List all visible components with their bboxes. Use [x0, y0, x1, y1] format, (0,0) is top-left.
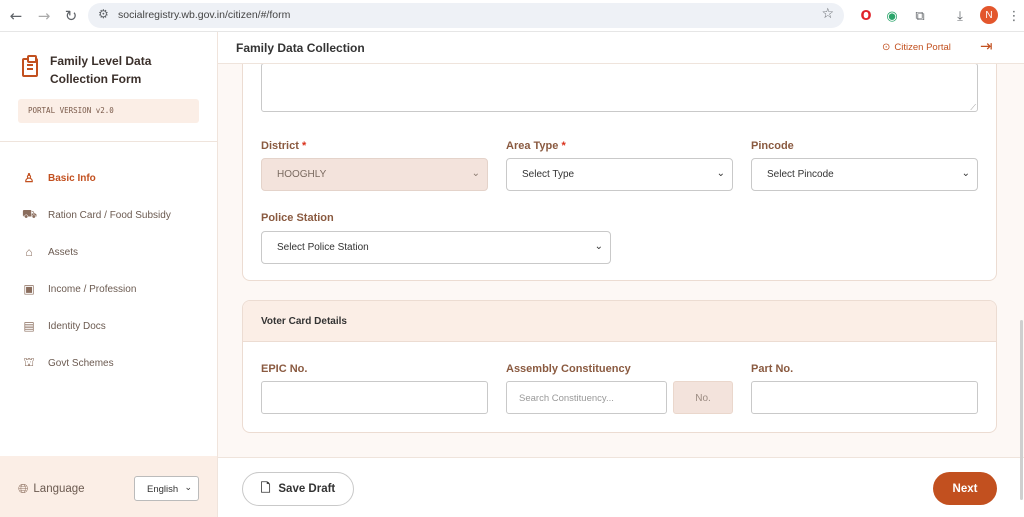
- epic-input[interactable]: [261, 381, 488, 414]
- sidebar-item-identity-docs[interactable]: ▤ Identity Docs: [22, 317, 106, 335]
- id-card-icon: ▤: [23, 319, 35, 333]
- police-station-label: Police Station: [261, 212, 334, 224]
- site-settings-icon[interactable]: ⚙: [98, 7, 109, 21]
- save-draft-button[interactable]: 🗋 Save Draft: [242, 472, 354, 506]
- district-label: District *: [261, 140, 307, 152]
- sidebar-item-label: Income / Profession: [48, 283, 137, 295]
- constituency-search-input[interactable]: Search Constituency...: [506, 381, 667, 414]
- chevron-down-icon: ⌄: [594, 241, 603, 252]
- language-label: 🌐︎ Language: [18, 481, 85, 497]
- divider: [0, 141, 217, 142]
- form-title: Family Level Data Collection Form: [50, 54, 152, 86]
- opera-extension-icon[interactable]: O: [858, 8, 874, 24]
- browser-menu-icon[interactable]: ⋮: [1006, 8, 1022, 24]
- part-no-label: Part No.: [751, 363, 794, 375]
- citizen-portal-link[interactable]: ⊙ Citizen Portal: [882, 42, 951, 53]
- chevron-down-icon: ⌄: [184, 482, 192, 492]
- voter-card-section: Voter Card Details EPIC No. Assembly Con…: [242, 300, 997, 433]
- cart-icon: ⛟: [22, 207, 38, 221]
- sidebar-item-label: Basic Info: [48, 172, 96, 184]
- document-icon: 🗋: [260, 480, 271, 495]
- bank-icon: ⛫: [23, 355, 35, 369]
- sidebar-item-ration-card[interactable]: ⛟ Ration Card / Food Subsidy: [22, 206, 171, 224]
- sidebar-item-label: Govt Schemes: [48, 357, 114, 369]
- sidebar: Family Level Data Collection Form PORTAL…: [0, 32, 218, 517]
- back-icon[interactable]: ←: [6, 6, 26, 26]
- language-select[interactable]: English ⌄: [134, 476, 199, 501]
- globe-icon: 🌐︎: [18, 481, 29, 496]
- address-textarea[interactable]: [261, 64, 978, 113]
- chevron-down-icon: ⌄: [471, 168, 480, 179]
- sidebar-item-basic-info[interactable]: ♙ Basic Info: [22, 169, 96, 187]
- sidebar-item-govt-schemes[interactable]: ⛫ Govt Schemes: [22, 354, 114, 372]
- constituency-number-field: No.: [673, 381, 733, 414]
- money-icon: ▣: [23, 282, 35, 296]
- assembly-label: Assembly Constituency: [506, 363, 631, 375]
- pincode-value: Select Pincode: [767, 169, 834, 180]
- area-type-label: Area Type *: [506, 140, 566, 152]
- address-card: District * HOOGHLY ⌄ Area Type * Select …: [242, 64, 997, 281]
- chevron-down-icon: ⌄: [716, 168, 725, 179]
- area-type-value: Select Type: [522, 169, 575, 180]
- logout-icon[interactable]: ⇥: [980, 37, 993, 55]
- url-text[interactable]: socialregistry.wb.gov.in/citizen/#/form: [118, 9, 290, 21]
- browser-toolbar: ← → ↻ ⚙ socialregistry.wb.gov.in/citizen…: [0, 0, 1024, 32]
- chevron-down-icon: ⌄: [961, 168, 970, 179]
- language-value: English: [147, 484, 179, 495]
- extension-icon[interactable]: ◉: [884, 8, 900, 24]
- page-title: Family Data Collection: [236, 41, 365, 55]
- download-icon[interactable]: ⤓: [952, 8, 968, 24]
- pincode-label: Pincode: [751, 140, 794, 152]
- part-no-input[interactable]: [751, 381, 978, 414]
- person-icon: ♙: [23, 171, 35, 185]
- district-value: HOOGHLY: [277, 169, 327, 180]
- address-bar[interactable]: ⚙ socialregistry.wb.gov.in/citizen/#/for…: [88, 3, 844, 28]
- pincode-select[interactable]: Select Pincode ⌄: [751, 158, 978, 191]
- page-header: Family Data Collection ⊙ Citizen Portal …: [218, 32, 1024, 64]
- scrollbar[interactable]: [1020, 320, 1023, 500]
- citizen-portal-label: Citizen Portal: [894, 42, 951, 53]
- sidebar-item-income[interactable]: ▣ Income / Profession: [22, 280, 136, 298]
- sidebar-item-label: Assets: [48, 246, 79, 258]
- form-content: District * HOOGHLY ⌄ Area Type * Select …: [218, 64, 1024, 457]
- save-draft-label: Save Draft: [278, 483, 336, 495]
- language-panel: 🌐︎ Language English ⌄: [0, 456, 217, 517]
- sidebar-item-label: Ration Card / Food Subsidy: [48, 209, 171, 221]
- puzzle-extensions-icon[interactable]: ⧉: [912, 8, 928, 24]
- bookmark-star-icon[interactable]: ☆: [821, 6, 834, 22]
- forward-icon[interactable]: →: [34, 6, 54, 26]
- sidebar-item-label: Identity Docs: [48, 320, 106, 332]
- profile-avatar[interactable]: N: [980, 6, 998, 24]
- district-select[interactable]: HOOGHLY ⌄: [261, 158, 488, 191]
- section-header: Voter Card Details: [243, 301, 996, 342]
- version-badge: PORTAL VERSION v2.0: [18, 99, 199, 123]
- sidebar-item-assets[interactable]: ⌂ Assets: [22, 243, 78, 261]
- reload-icon[interactable]: ↻: [61, 6, 81, 26]
- police-station-select[interactable]: Select Police Station ⌄: [261, 231, 611, 264]
- area-type-select[interactable]: Select Type ⌄: [506, 158, 733, 191]
- next-button[interactable]: Next: [933, 472, 997, 505]
- user-circle-icon: ⊙: [882, 42, 891, 53]
- epic-label: EPIC No.: [261, 363, 308, 375]
- clipboard-icon: [22, 55, 38, 77]
- police-station-value: Select Police Station: [277, 242, 369, 253]
- language-text: Language: [33, 483, 85, 495]
- section-title: Voter Card Details: [261, 316, 347, 327]
- form-footer: 🗋 Save Draft Next: [218, 457, 1024, 517]
- home-icon: ⌂: [25, 245, 33, 259]
